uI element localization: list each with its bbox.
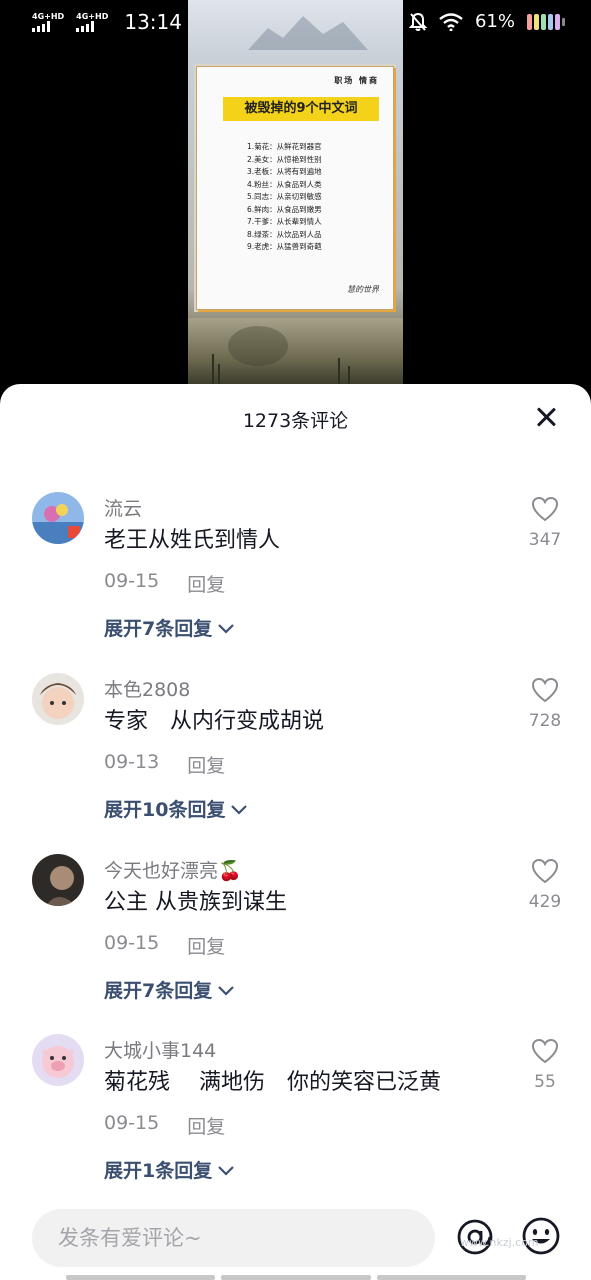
comment-text: 公主 从贵族到谋生 — [104, 890, 287, 915]
comment-date: 09-15 — [104, 932, 160, 954]
signal-bars-icon — [76, 21, 95, 32]
list-item: 9.老虎：从猛兽到奇葩 — [247, 242, 322, 251]
avatar[interactable] — [32, 854, 84, 906]
comment-item: 大城小事144 菊花残 满地伤 你的笑容已泛黄 09-15 回复 展开1条回复 … — [0, 1034, 591, 1194]
reply-button[interactable]: 回复 — [187, 751, 225, 778]
avatar[interactable] — [32, 1034, 84, 1086]
expand-replies-button[interactable]: 展开10条回复 — [104, 795, 248, 822]
like-button[interactable]: 728 — [527, 677, 563, 731]
comment-username[interactable]: 流云 — [104, 494, 142, 521]
reply-button[interactable]: 回复 — [187, 932, 225, 959]
comments-sheet: 1273条评论 流云 老王从姓氏到情人 09-15 回复 展开7条回复 347 — [0, 384, 591, 1280]
like-button[interactable]: 55 — [527, 1038, 563, 1092]
comment-item: 今天也好漂亮🍒 公主 从贵族到谋生 09-15 回复 展开7条回复 429 — [0, 854, 591, 1014]
signal-bars-icon — [32, 21, 50, 32]
watermark: www.nkzj.com — [460, 1236, 539, 1249]
reply-button[interactable]: 回复 — [187, 570, 225, 597]
landscape-ground — [188, 318, 403, 384]
reply-button[interactable]: 回复 — [187, 1112, 225, 1139]
comment-item: 本色2808 专家 从内行变成胡说 09-13 回复 展开10条回复 728 — [0, 673, 591, 833]
close-icon[interactable] — [535, 406, 557, 428]
expand-replies-label: 展开7条回复 — [104, 618, 213, 640]
mute-bell-icon — [408, 12, 427, 31]
wifi-icon — [439, 12, 463, 31]
heart-icon — [531, 1038, 559, 1064]
list-item: 5.同志：从亲切到敏感 — [247, 192, 322, 201]
comment-username[interactable]: 今天也好漂亮🍒 — [104, 856, 242, 883]
comment-input-container[interactable] — [32, 1209, 435, 1267]
signal-2: 4G+HD — [76, 12, 108, 32]
comment-username[interactable]: 本色2808 — [104, 675, 190, 702]
network-type-2: 4G+HD — [76, 12, 109, 21]
chevron-down-icon — [218, 623, 235, 634]
chevron-down-icon — [218, 985, 235, 996]
list-item: 8.绿茶：从饮品到人品 — [247, 229, 322, 239]
comment-username[interactable]: 大城小事144 — [104, 1036, 216, 1063]
notebook-signature: 慧的世界 — [347, 285, 379, 294]
expand-replies-button[interactable]: 展开7条回复 — [104, 614, 235, 641]
avatar[interactable] — [32, 492, 84, 544]
battery-icon — [527, 13, 565, 30]
list-item: 6.鲜肉：从食品到嫩男 — [247, 204, 322, 214]
like-button[interactable]: 429 — [527, 858, 563, 912]
heart-icon — [531, 858, 559, 884]
heart-icon — [531, 677, 559, 703]
comment-text: 专家 从内行变成胡说 — [104, 709, 325, 734]
video-player[interactable]: 职场 情商 被毁掉的9个中文词 1.菊花：从鲜花到器官 2.美女：从惊艳到性别 … — [188, 0, 403, 384]
expand-replies-label: 展开10条回复 — [104, 799, 226, 821]
heart-icon — [531, 496, 559, 522]
list-item: 2.美女：从惊艳到性别 — [247, 154, 322, 164]
list-item: 1.菊花：从鲜花到器官 — [247, 142, 322, 151]
comment-date: 09-13 — [104, 751, 160, 773]
notebook-header: 职场 情商 — [334, 76, 379, 85]
chevron-down-icon — [218, 1165, 235, 1176]
network-type-1: 4G+HD — [32, 12, 65, 21]
expand-replies-button[interactable]: 展开1条回复 — [104, 1156, 235, 1183]
comment-date: 09-15 — [104, 570, 160, 592]
list-item: 7.干爹：从长辈到情人 — [247, 217, 322, 226]
comment-date: 09-15 — [104, 1112, 160, 1134]
like-button[interactable]: 347 — [527, 496, 563, 550]
comments-count-title: 1273条评论 — [242, 410, 349, 432]
like-count: 347 — [528, 530, 562, 550]
like-count: 55 — [534, 1072, 556, 1092]
expand-replies-label: 展开1条回复 — [104, 1160, 213, 1182]
avatar[interactable] — [32, 673, 84, 725]
notebook-card: 职场 情商 被毁掉的9个中文词 1.菊花：从鲜花到器官 2.美女：从惊艳到性别 … — [196, 66, 394, 310]
notebook-title: 被毁掉的9个中文词 — [223, 97, 379, 121]
list-item: 4.粉丝：从食品到人类 — [247, 179, 322, 189]
comment-input[interactable] — [58, 1209, 418, 1267]
battery-percent: 61% — [474, 11, 515, 32]
signal-1: 4G+HD — [32, 12, 64, 32]
home-indicator — [66, 1275, 526, 1280]
like-count: 429 — [528, 892, 562, 912]
comment-text: 老王从姓氏到情人 — [104, 528, 281, 553]
expand-replies-label: 展开7条回复 — [104, 980, 213, 1002]
notebook-list: 1.菊花：从鲜花到器官 2.美女：从惊艳到性别 3.老板：从将有到遍地 4.粉丝… — [247, 141, 322, 254]
chevron-down-icon — [231, 804, 248, 815]
comment-item: 流云 老王从姓氏到情人 09-15 回复 展开7条回复 347 — [0, 492, 591, 652]
comment-text: 菊花残 满地伤 你的笑容已泛黄 — [104, 1070, 441, 1095]
expand-replies-button[interactable]: 展开7条回复 — [104, 976, 235, 1003]
ink-landscape-decoration — [248, 16, 368, 50]
like-count: 728 — [528, 711, 562, 731]
clock: 13:14 — [124, 10, 182, 34]
list-item: 3.老板：从将有到遍地 — [247, 167, 322, 176]
